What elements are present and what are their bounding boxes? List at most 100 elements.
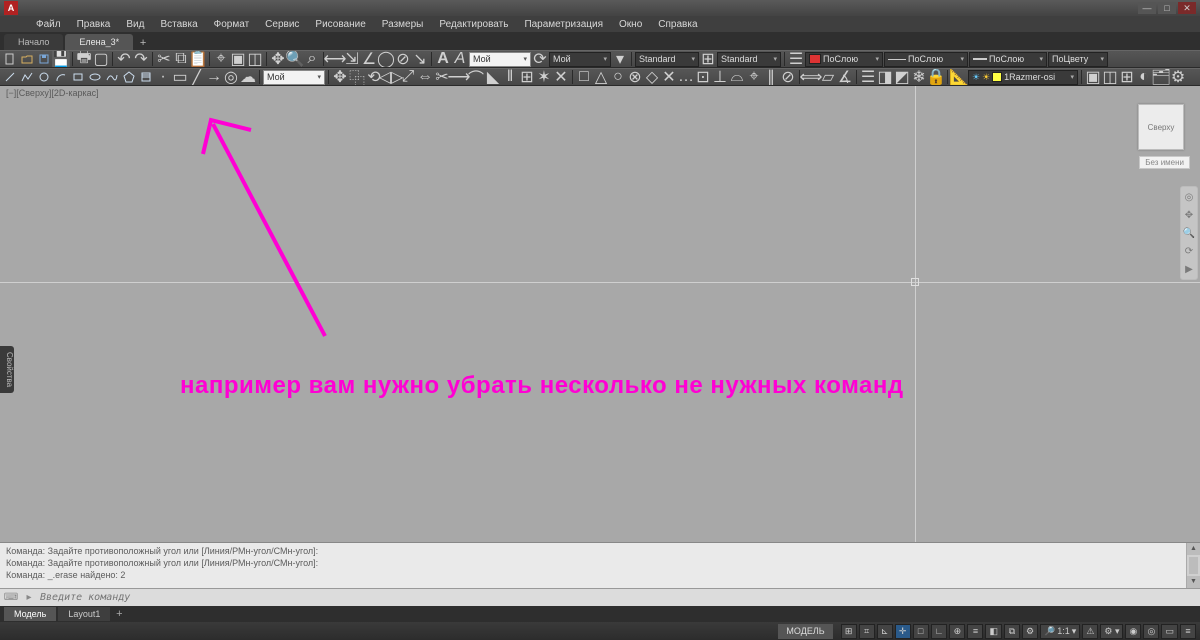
fillet-icon[interactable]: ⌒: [468, 69, 484, 85]
cut-icon[interactable]: ✂: [156, 51, 172, 67]
osnap-quad-icon[interactable]: ◇: [644, 69, 660, 85]
polygon-icon[interactable]: [121, 69, 137, 85]
unsaved-view-chip[interactable]: Без имени: [1139, 156, 1190, 169]
layer-props-icon[interactable]: ☰: [788, 51, 804, 67]
offset-icon[interactable]: ‖: [502, 69, 518, 85]
point-icon[interactable]: ·: [155, 69, 171, 85]
undo-icon[interactable]: ↶: [116, 51, 132, 67]
region-icon[interactable]: ▭: [172, 69, 188, 85]
line-icon[interactable]: [2, 69, 18, 85]
ray-icon[interactable]: →: [206, 69, 222, 85]
scroll-up-icon[interactable]: ▲: [1187, 543, 1200, 555]
status-otrack-icon[interactable]: ∟: [931, 624, 948, 639]
plot-preview-icon[interactable]: ▢: [93, 51, 109, 67]
command-input[interactable]: [40, 592, 1196, 603]
extend-icon[interactable]: ⟶: [451, 69, 467, 85]
osnap-ext-icon[interactable]: …: [678, 69, 694, 85]
plotstyle-combo[interactable]: ПоЦвету▾: [1048, 52, 1108, 67]
menu-размеры[interactable]: Размеры: [374, 16, 432, 32]
dim-aligned-icon[interactable]: ⇲: [344, 51, 360, 67]
move-icon[interactable]: ✥: [332, 69, 348, 85]
layer-off-icon[interactable]: ◩: [894, 69, 910, 85]
status-workspace-icon[interactable]: ⚙ ▾: [1100, 624, 1123, 639]
open-icon[interactable]: [19, 51, 35, 67]
pan-icon[interactable]: ✥: [270, 51, 286, 67]
style-dd-icon[interactable]: ▾: [612, 51, 628, 67]
osnap-int-icon[interactable]: ✕: [661, 69, 677, 85]
ellipse-icon[interactable]: [87, 69, 103, 85]
dim-diameter-icon[interactable]: ⊘: [395, 51, 411, 67]
scale-icon[interactable]: ⤢: [400, 69, 416, 85]
status-ortho-icon[interactable]: ⊾: [877, 624, 893, 639]
navbar-showmotion-icon[interactable]: ▶: [1183, 263, 1195, 275]
stretch-icon[interactable]: ⇔: [417, 69, 433, 85]
refresh-icon[interactable]: ⟳: [532, 51, 548, 67]
donut-icon[interactable]: ◎: [223, 69, 239, 85]
array-icon[interactable]: ⊞: [519, 69, 535, 85]
menu-вид[interactable]: Вид: [118, 16, 152, 32]
osnap-perp-icon[interactable]: ⊥: [712, 69, 728, 85]
leader-icon[interactable]: ↘: [412, 51, 428, 67]
text-style-icon[interactable]: A: [452, 51, 468, 67]
properties-palette-tab[interactable]: Свойства: [0, 346, 14, 393]
viewport-icon[interactable]: ▣: [1085, 69, 1101, 85]
menu-редактировать[interactable]: Редактировать: [431, 16, 516, 32]
new-tab-button[interactable]: +: [135, 36, 151, 50]
rectangle-icon[interactable]: [70, 69, 86, 85]
status-lwt-icon[interactable]: ≡: [967, 624, 983, 639]
measure-dist-icon[interactable]: ⟺: [803, 69, 819, 85]
table-icon[interactable]: ⊞: [700, 51, 716, 67]
layer-lock-icon[interactable]: 🔒: [928, 69, 944, 85]
arc-icon[interactable]: [53, 69, 69, 85]
saveas-icon[interactable]: 💾: [53, 51, 69, 67]
mirror-icon[interactable]: ◁▷: [383, 69, 399, 85]
menu-параметризация[interactable]: Параметризация: [516, 16, 611, 32]
navbar-wheel-icon[interactable]: ◎: [1183, 191, 1195, 203]
chamfer-icon[interactable]: ◣: [485, 69, 501, 85]
zoom-window-icon[interactable]: ⌕: [304, 51, 320, 67]
status-hardware-icon[interactable]: ◉: [1125, 624, 1141, 639]
construction-line-icon[interactable]: ╱: [189, 69, 205, 85]
polyline-icon[interactable]: [19, 69, 35, 85]
window-maximize-button[interactable]: □: [1158, 2, 1176, 14]
standard2-combo[interactable]: Standard▾: [717, 52, 781, 67]
menu-файл[interactable]: Файл: [28, 16, 69, 32]
sheet-tab[interactable]: Layout1: [58, 607, 110, 621]
dim-angular-icon[interactable]: ∠: [361, 51, 377, 67]
block-icon[interactable]: ▣: [230, 51, 246, 67]
osnap-tan-icon[interactable]: ⌓: [729, 69, 745, 85]
group-icon[interactable]: ◫: [247, 51, 263, 67]
palette-icon[interactable]: 🗂: [1153, 69, 1169, 85]
osnap-near-icon[interactable]: ⌖: [746, 69, 762, 85]
linetype-combo[interactable]: ПоСлою▾: [884, 52, 968, 67]
text-style-combo[interactable]: Мой▾: [469, 52, 531, 67]
dim-radius-icon[interactable]: ◯: [378, 51, 394, 67]
revision-cloud-icon[interactable]: ☁: [240, 69, 256, 85]
status-transparency-icon[interactable]: ◧: [985, 624, 1002, 639]
status-isolate-icon[interactable]: ◎: [1143, 624, 1159, 639]
add-layout-button[interactable]: +: [112, 607, 126, 621]
osnap-none-icon[interactable]: ⊘: [780, 69, 796, 85]
window-close-button[interactable]: ✕: [1178, 2, 1196, 14]
copy-icon[interactable]: ⧉: [173, 51, 189, 67]
drawing-canvas[interactable]: [−][Сверху][2D-каркас] Сверху Без имени …: [0, 86, 1200, 542]
status-polar-icon[interactable]: ✛: [895, 624, 911, 639]
menu-сервис[interactable]: Сервис: [257, 16, 307, 32]
navbar-zoom-icon[interactable]: 🔍: [1183, 227, 1195, 239]
dimstyle-combo[interactable]: ☀☀ 1Razmer-osi▾: [968, 70, 1078, 85]
file-tab[interactable]: Елена_3*: [65, 34, 133, 50]
save-icon[interactable]: [36, 51, 52, 67]
circle-icon[interactable]: [36, 69, 52, 85]
viewport2-icon[interactable]: ◫: [1102, 69, 1118, 85]
status-snap-icon[interactable]: ⌗: [859, 624, 875, 639]
osnap-par-icon[interactable]: ∥: [763, 69, 779, 85]
file-tab[interactable]: Начало: [4, 34, 63, 50]
status-annomonitor-icon[interactable]: ⚠: [1082, 624, 1098, 639]
command-run-icon[interactable]: ▸: [22, 591, 36, 605]
status-customize-icon[interactable]: ≡: [1180, 624, 1196, 639]
modelspace-button[interactable]: МОДЕЛЬ: [778, 624, 832, 639]
menu-вставка[interactable]: Вставка: [152, 16, 205, 32]
osnap-node-icon[interactable]: ⊗: [627, 69, 643, 85]
new-icon[interactable]: [2, 51, 18, 67]
status-qp-icon[interactable]: ⧉: [1004, 624, 1020, 639]
